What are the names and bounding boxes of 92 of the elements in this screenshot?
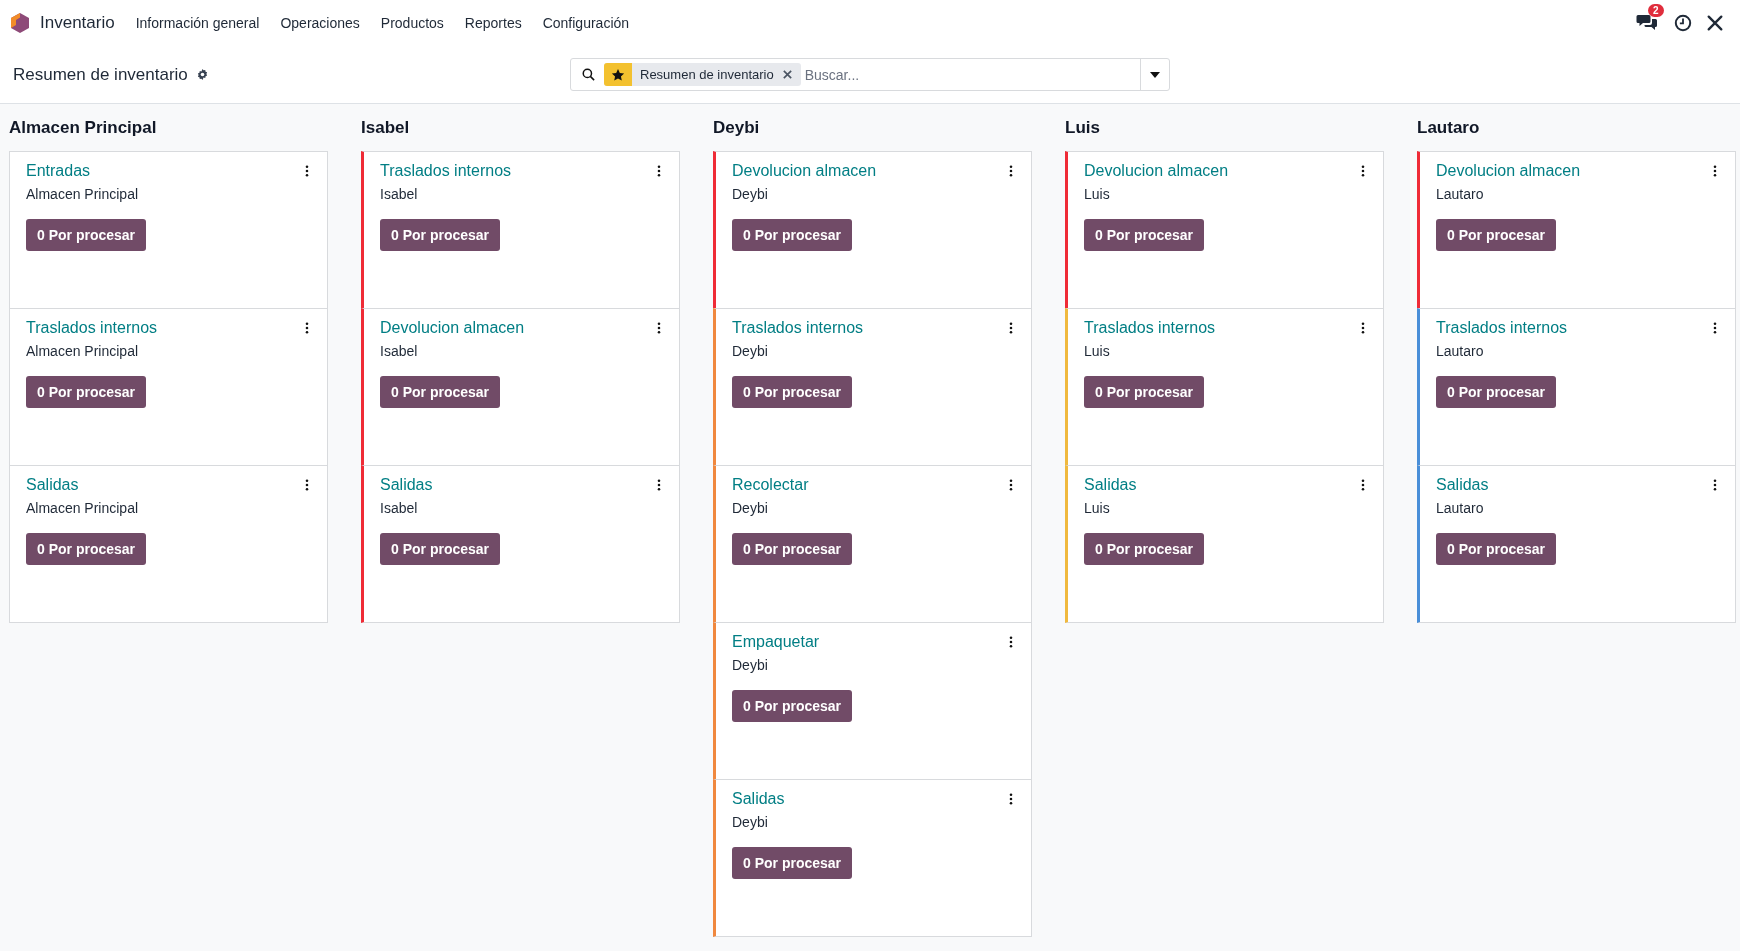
to-process-button[interactable]: 0 Por procesar bbox=[380, 219, 501, 251]
menu-item[interactable]: Configuración bbox=[542, 15, 630, 31]
operation-link[interactable]: Devolucion almacen bbox=[1084, 162, 1229, 180]
warehouse-name: Luis bbox=[1084, 500, 1111, 516]
operation-link[interactable]: Devolucion almacen bbox=[1436, 162, 1581, 180]
warehouse-name: Almacen Principal bbox=[26, 186, 140, 202]
more-options-icon[interactable] bbox=[1361, 165, 1365, 177]
to-process-button[interactable]: 0 Por procesar bbox=[1084, 219, 1205, 251]
column-title: Almacen Principal bbox=[9, 117, 158, 139]
to-process-button[interactable]: 0 Por procesar bbox=[1084, 376, 1205, 408]
operation-link[interactable]: Recolectar bbox=[732, 476, 809, 494]
operation-link[interactable]: Traslados internos bbox=[26, 319, 158, 337]
more-options-icon[interactable] bbox=[1361, 322, 1365, 334]
operation-link[interactable]: Salidas bbox=[732, 790, 785, 808]
operation-link[interactable]: Devolucion almacen bbox=[732, 162, 877, 180]
to-process-button[interactable]: 0 Por procesar bbox=[732, 376, 853, 408]
to-process-button[interactable]: 0 Por procesar bbox=[1436, 376, 1557, 408]
operation-link[interactable]: Traslados internos bbox=[1436, 319, 1568, 337]
menu-item[interactable]: Reportes bbox=[464, 15, 522, 31]
to-process-button[interactable]: 0 Por procesar bbox=[732, 847, 853, 879]
settings-icon[interactable] bbox=[195, 68, 209, 81]
operation-link[interactable]: Traslados internos bbox=[732, 319, 864, 337]
close-icon[interactable] bbox=[781, 69, 793, 80]
operation-link[interactable]: Devolucion almacen bbox=[380, 319, 525, 337]
more-options-icon[interactable] bbox=[305, 479, 309, 491]
to-process-button[interactable]: 0 Por procesar bbox=[732, 219, 853, 251]
menu-item[interactable]: Información general bbox=[135, 15, 260, 31]
more-options-icon[interactable] bbox=[1713, 479, 1717, 491]
more-options-icon[interactable] bbox=[305, 165, 309, 177]
more-options-icon[interactable] bbox=[1009, 479, 1013, 491]
warehouse-name: Deybi bbox=[732, 500, 769, 516]
more-options-icon[interactable] bbox=[1713, 165, 1717, 177]
warehouse-name: Deybi bbox=[732, 814, 769, 830]
operation-link[interactable]: Salidas bbox=[1436, 476, 1489, 494]
operation-link[interactable]: Empaquetar bbox=[732, 633, 820, 651]
page-title: Resumen de inventario bbox=[13, 64, 188, 85]
to-process-button[interactable]: 0 Por procesar bbox=[26, 219, 147, 251]
warehouse-name: Almacen Principal bbox=[26, 500, 140, 516]
to-process-button[interactable]: 0 Por procesar bbox=[26, 376, 147, 408]
warehouse-name: Lautaro bbox=[1436, 343, 1485, 359]
search-icon bbox=[581, 67, 596, 82]
more-options-icon[interactable] bbox=[1009, 322, 1013, 334]
caret-icon bbox=[1150, 71, 1160, 78]
app-name-link[interactable]: Inventario bbox=[40, 13, 115, 33]
warehouse-name: Lautaro bbox=[1436, 500, 1485, 516]
column-title: Deybi bbox=[713, 117, 761, 139]
to-process-button[interactable]: 0 Por procesar bbox=[380, 376, 501, 408]
to-process-button[interactable]: 0 Por procesar bbox=[1436, 533, 1557, 565]
hexagon-logo-icon[interactable] bbox=[10, 12, 30, 34]
operation-link[interactable]: Salidas bbox=[1084, 476, 1137, 494]
more-options-icon[interactable] bbox=[1009, 165, 1013, 177]
warehouse-name: Lautaro bbox=[1436, 186, 1485, 202]
operation-link[interactable]: Entradas bbox=[26, 162, 91, 180]
warehouse-name: Isabel bbox=[380, 343, 419, 359]
operation-link[interactable]: Salidas bbox=[380, 476, 433, 494]
warehouse-name: Deybi bbox=[732, 657, 769, 673]
to-process-button[interactable]: 0 Por procesar bbox=[732, 533, 853, 565]
search-input[interactable]: Buscar... bbox=[800, 59, 1140, 90]
warehouse-name: Isabel bbox=[380, 186, 419, 202]
to-process-button[interactable]: 0 Por procesar bbox=[732, 690, 853, 722]
to-process-button[interactable]: 0 Por procesar bbox=[380, 533, 501, 565]
operation-link[interactable]: Traslados internos bbox=[380, 162, 512, 180]
facet-label: Resumen de inventario bbox=[639, 67, 775, 82]
operation-link[interactable]: Salidas bbox=[26, 476, 79, 494]
warehouse-name: Almacen Principal bbox=[26, 343, 140, 359]
more-options-icon[interactable] bbox=[657, 479, 661, 491]
more-options-icon[interactable] bbox=[1361, 479, 1365, 491]
to-process-button[interactable]: 0 Por procesar bbox=[1436, 219, 1557, 251]
clock-icon[interactable] bbox=[1674, 14, 1692, 32]
warehouse-name: Luis bbox=[1084, 343, 1111, 359]
more-options-icon[interactable] bbox=[305, 322, 309, 334]
chat-bubbles-icon[interactable] bbox=[1636, 13, 1658, 31]
more-options-icon[interactable] bbox=[1009, 636, 1013, 648]
column-title: Luis bbox=[1065, 117, 1101, 139]
warehouse-name: Isabel bbox=[380, 500, 419, 516]
star-icon bbox=[611, 67, 625, 82]
more-options-icon[interactable] bbox=[657, 322, 661, 334]
search-bar[interactable]: Resumen de inventario Buscar... bbox=[570, 58, 1170, 91]
menu-item[interactable]: Operaciones bbox=[280, 15, 360, 31]
to-process-button[interactable]: 0 Por procesar bbox=[1084, 533, 1205, 565]
operation-link[interactable]: Traslados internos bbox=[1084, 319, 1216, 337]
to-process-button[interactable]: 0 Por procesar bbox=[26, 533, 147, 565]
column-title: Lautaro bbox=[1417, 117, 1481, 139]
more-options-icon[interactable] bbox=[657, 165, 661, 177]
warehouse-name: Deybi bbox=[732, 343, 769, 359]
warehouse-name: Luis bbox=[1084, 186, 1111, 202]
column-title: Isabel bbox=[361, 117, 411, 139]
menu-item[interactable]: Productos bbox=[380, 15, 444, 31]
warehouse-name: Deybi bbox=[732, 186, 769, 202]
more-options-icon[interactable] bbox=[1713, 322, 1717, 334]
notification-badge: 2 bbox=[1648, 4, 1664, 17]
more-options-icon[interactable] bbox=[1009, 793, 1013, 805]
